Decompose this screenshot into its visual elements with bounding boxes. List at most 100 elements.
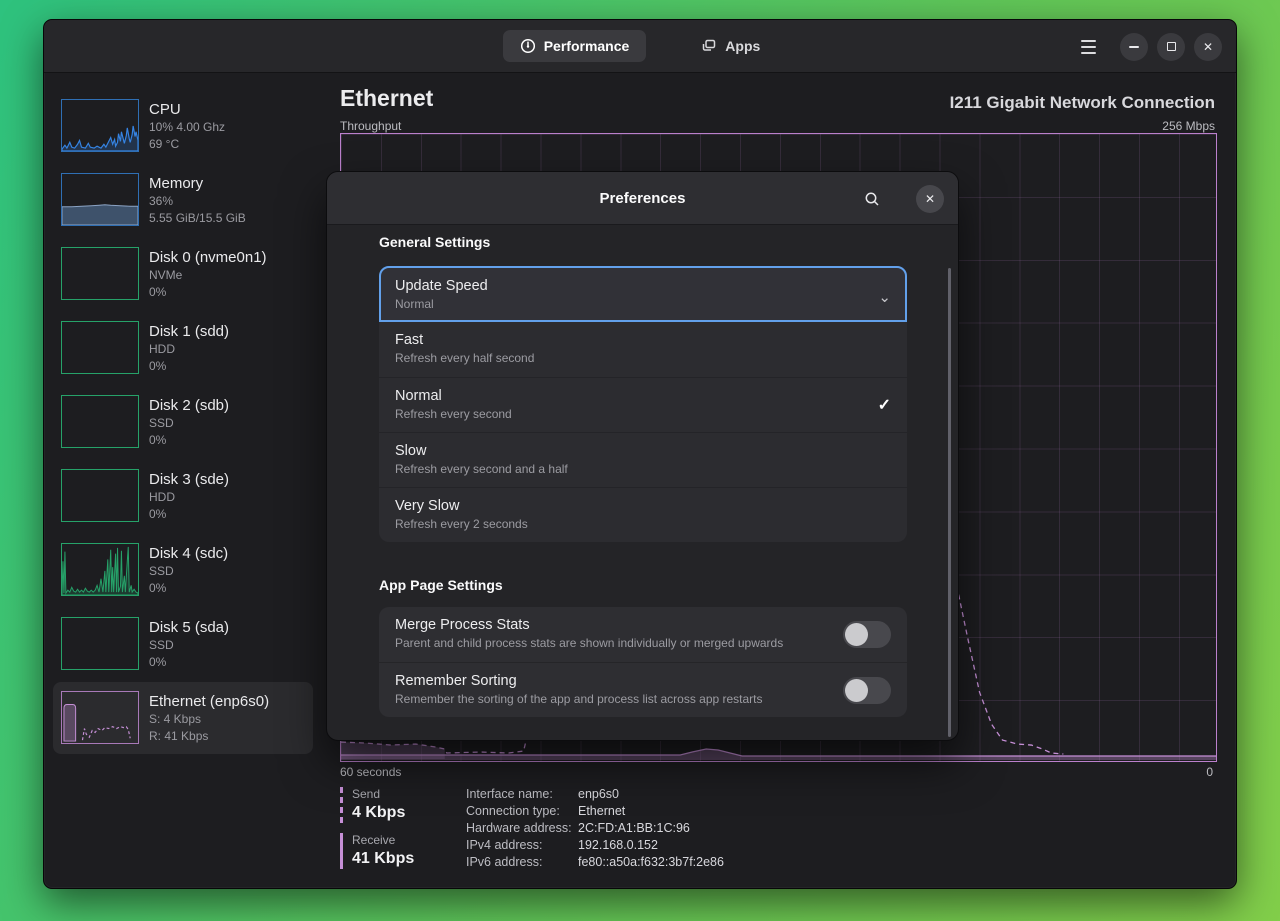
send-legend: Send 4 Kbps [340, 787, 405, 823]
app-settings-card: Merge Process Stats Parent and child pro… [379, 607, 907, 717]
remember-sorting-row[interactable]: Remember Sorting Remember the sorting of… [379, 662, 907, 717]
switch-title: Merge Process Stats [395, 615, 891, 635]
window-controls: ✕ [1073, 20, 1222, 73]
sidebar-item-title: Disk 5 (sda) [149, 618, 229, 637]
sidebar-item-line2: 0% [149, 506, 229, 523]
memory-mini-graph [61, 173, 139, 226]
maximize-icon [1167, 42, 1176, 51]
throughput-label: Throughput [340, 119, 401, 133]
receive-legend: Receive 41 Kbps [340, 833, 414, 869]
sidebar-item-line2: 0% [149, 284, 267, 301]
sidebar-item-title: CPU [149, 100, 225, 119]
detail-label: IPv4 address: [466, 837, 578, 854]
graph-max-label: 256 Mbps [1162, 119, 1215, 133]
sidebar-item-title: Disk 2 (sdb) [149, 396, 229, 415]
detail-label: IPv6 address: [466, 854, 578, 871]
sidebar-item-line1: SSD [149, 637, 229, 654]
send-value: 4 Kbps [352, 802, 405, 823]
time-axis-right: 0 [1206, 765, 1213, 779]
close-icon: ✕ [1203, 40, 1213, 54]
detail-label: Connection type: [466, 803, 578, 820]
gauge-icon [520, 38, 536, 54]
close-icon: ✕ [925, 192, 935, 206]
sidebar-item-cpu[interactable]: CPU 10% 4.00 Ghz 69 °C [53, 90, 313, 162]
option-normal[interactable]: Normal Refresh every second ✓ [379, 377, 907, 432]
check-icon: ✓ [878, 395, 891, 415]
sidebar-item-line1: 36% [149, 193, 246, 210]
sidebar-item-ethernet[interactable]: Ethernet (enp6s0) S: 4 Kbps R: 41 Kbps [53, 682, 313, 754]
sidebar: CPU 10% 4.00 Ghz 69 °C Memory 36% 5.55 G… [44, 73, 340, 888]
dialog-close-button[interactable]: ✕ [916, 185, 944, 213]
update-speed-options: Fast Refresh every half second Normal Re… [379, 322, 907, 542]
close-button[interactable]: ✕ [1194, 33, 1222, 61]
option-very-slow[interactable]: Very Slow Refresh every 2 seconds [379, 487, 907, 542]
option-subtitle: Refresh every second [395, 406, 891, 422]
ethernet-mini-graph [61, 691, 139, 744]
search-button[interactable] [858, 185, 886, 213]
sidebar-item-disk1[interactable]: Disk 1 (sdd) HDD 0% [53, 312, 313, 384]
menu-icon[interactable] [1073, 32, 1103, 62]
update-speed-value: Normal [395, 296, 891, 312]
disk4-mini-graph [61, 543, 139, 596]
merge-process-stats-row[interactable]: Merge Process Stats Parent and child pro… [379, 607, 907, 662]
sidebar-item-line1: HDD [149, 341, 229, 358]
detail-row: IPv6 address: fe80::a50a:f632:3b7f:2e86 [466, 854, 724, 871]
view-switcher: Performance Apps [503, 30, 778, 62]
merge-process-stats-toggle[interactable] [843, 621, 891, 648]
tab-apps[interactable]: Apps [684, 30, 777, 62]
receive-label: Receive [352, 833, 414, 848]
toggle-knob [845, 679, 868, 702]
apps-icon [701, 38, 717, 54]
switch-subtitle: Parent and child process stats are shown… [395, 635, 891, 651]
detail-value: enp6s0 [578, 786, 619, 803]
sidebar-item-title: Ethernet (enp6s0) [149, 692, 269, 711]
sidebar-item-disk2[interactable]: Disk 2 (sdb) SSD 0% [53, 386, 313, 458]
sidebar-item-line1: SSD [149, 415, 229, 432]
sidebar-item-disk4[interactable]: Disk 4 (sdc) SSD 0% [53, 534, 313, 606]
detail-row: Interface name: enp6s0 [466, 786, 724, 803]
option-title: Slow [395, 441, 891, 461]
maximize-button[interactable] [1157, 33, 1185, 61]
option-subtitle: Refresh every 2 seconds [395, 516, 891, 532]
detail-row: Hardware address: 2C:FD:A1:BB:1C:96 [466, 820, 724, 837]
cpu-mini-graph [61, 99, 139, 152]
preferences-dialog: Preferences ✕ General Settings Update Sp… [326, 171, 959, 741]
switch-subtitle: Remember the sorting of the app and proc… [395, 691, 891, 707]
disk2-mini-graph [61, 395, 139, 448]
disk1-mini-graph [61, 321, 139, 374]
minimize-button[interactable] [1120, 33, 1148, 61]
option-title: Fast [395, 330, 891, 350]
general-settings-heading: General Settings [379, 234, 490, 250]
send-label: Send [352, 787, 405, 802]
search-icon [864, 191, 880, 207]
detail-value: 2C:FD:A1:BB:1C:96 [578, 820, 690, 837]
sidebar-item-disk3[interactable]: Disk 3 (sde) HDD 0% [53, 460, 313, 532]
tab-performance-label: Performance [544, 38, 630, 54]
interface-details: Interface name: enp6s0 Connection type: … [466, 786, 724, 871]
sidebar-item-line1: SSD [149, 563, 228, 580]
disk3-mini-graph [61, 469, 139, 522]
sidebar-item-line1: HDD [149, 489, 229, 506]
sidebar-item-line1: S: 4 Kbps [149, 711, 269, 728]
detail-value: fe80::a50a:f632:3b7f:2e86 [578, 854, 724, 871]
toggle-knob [845, 623, 868, 646]
option-slow[interactable]: Slow Refresh every second and a half [379, 432, 907, 487]
tab-performance[interactable]: Performance [503, 30, 647, 62]
sidebar-item-line2: 0% [149, 580, 228, 597]
sidebar-item-title: Memory [149, 174, 246, 193]
remember-sorting-toggle[interactable] [843, 677, 891, 704]
dialog-scrollbar[interactable] [948, 268, 951, 737]
sidebar-item-line1: NVMe [149, 267, 267, 284]
app-page-settings-heading: App Page Settings [379, 577, 503, 593]
sidebar-item-disk0[interactable]: Disk 0 (nvme0n1) NVMe 0% [53, 238, 313, 310]
time-axis-left: 60 seconds [340, 765, 401, 779]
sidebar-item-line2: 0% [149, 654, 229, 671]
sidebar-item-memory[interactable]: Memory 36% 5.55 GiB/15.5 GiB [53, 164, 313, 236]
sidebar-item-line2: 0% [149, 432, 229, 449]
sidebar-item-line2: 5.55 GiB/15.5 GiB [149, 210, 246, 227]
disk0-mini-graph [61, 247, 139, 300]
update-speed-dropdown[interactable]: Update Speed Normal ⌄ [379, 266, 907, 322]
option-fast[interactable]: Fast Refresh every half second [379, 322, 907, 377]
sidebar-item-disk5[interactable]: Disk 5 (sda) SSD 0% [53, 608, 313, 680]
option-subtitle: Refresh every second and a half [395, 461, 891, 477]
